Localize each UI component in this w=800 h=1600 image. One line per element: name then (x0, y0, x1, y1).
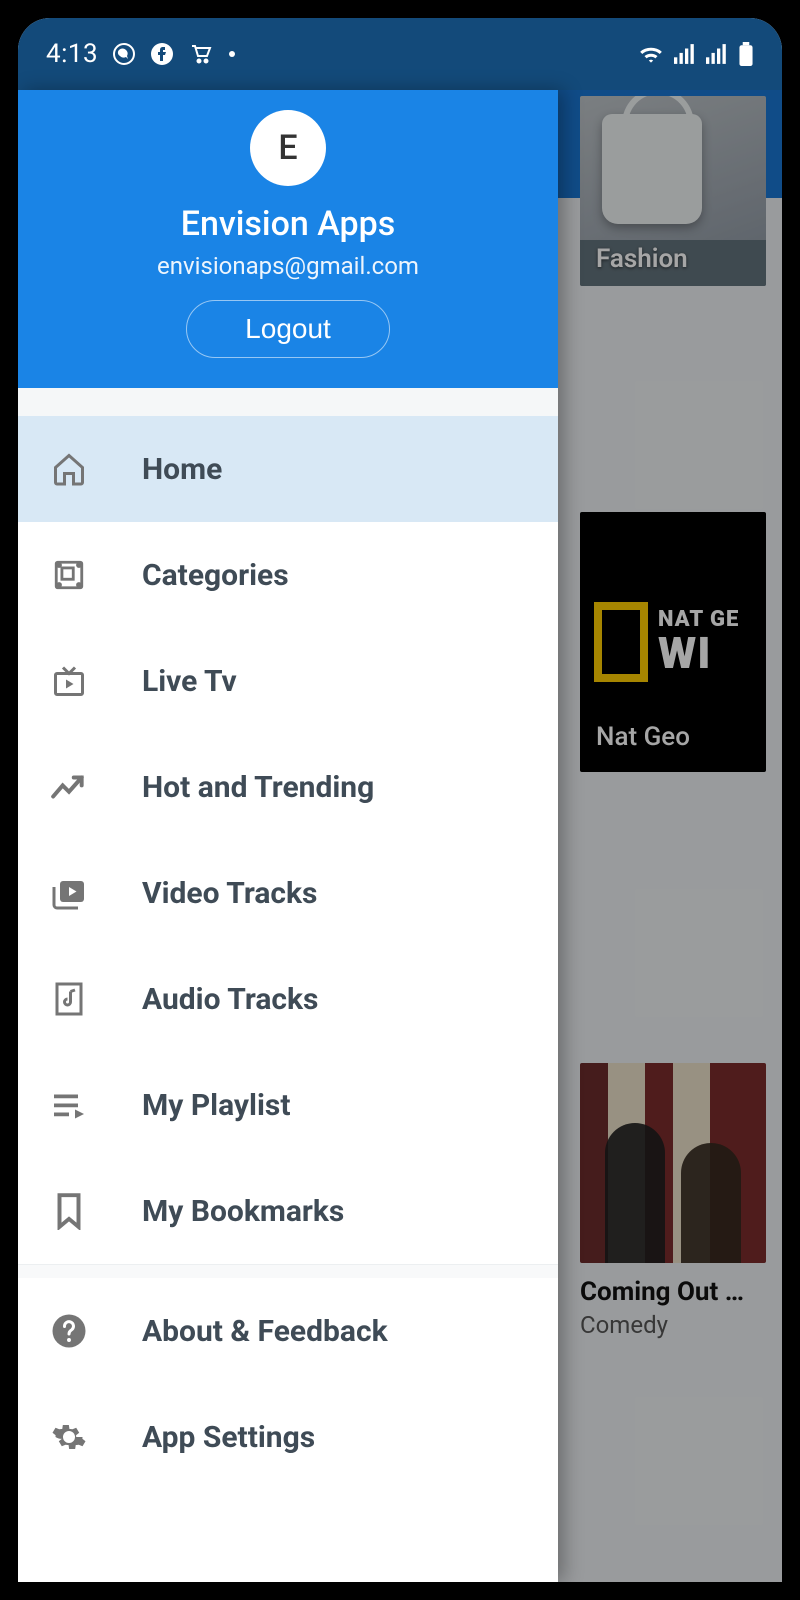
playlist-icon (50, 1086, 88, 1124)
cart-icon (188, 42, 214, 66)
sidebar-item-label: App Settings (142, 1420, 315, 1455)
settings-icon (50, 1418, 88, 1456)
signal-icon (674, 44, 696, 64)
user-email: envisionaps@gmail.com (34, 252, 542, 280)
sidebar-item-label: Categories (142, 558, 289, 593)
sidebar-item-hot[interactable]: Hot and Trending (18, 734, 558, 840)
sidebar-item-bookmarks[interactable]: My Bookmarks (18, 1158, 558, 1264)
sidebar-item-video[interactable]: Video Tracks (18, 840, 558, 946)
drawer-header: E Envision Apps envisionaps@gmail.com Lo… (18, 90, 558, 388)
status-time: 4:13 (46, 39, 98, 69)
video-icon (50, 874, 88, 912)
signal-icon (706, 44, 728, 64)
dot-icon (228, 50, 236, 58)
livetv-icon (50, 662, 88, 700)
sidebar-item-about[interactable]: About & Feedback (18, 1278, 558, 1384)
sidebar-item-categories[interactable]: Categories (18, 522, 558, 628)
status-bar: 4:13 (18, 18, 782, 90)
sidebar-item-label: Hot and Trending (142, 770, 374, 805)
bookmark-icon (50, 1192, 88, 1230)
navigation-drawer: E Envision Apps envisionaps@gmail.com Lo… (18, 90, 558, 1582)
sidebar-item-settings[interactable]: App Settings (18, 1384, 558, 1490)
sidebar-item-home[interactable]: Home (18, 416, 558, 522)
home-icon (50, 450, 88, 488)
sidebar-item-livetv[interactable]: Live Tv (18, 628, 558, 734)
trending-icon (50, 768, 88, 806)
sidebar-item-label: Live Tv (142, 664, 237, 699)
sidebar-item-playlist[interactable]: My Playlist (18, 1052, 558, 1158)
logout-button[interactable]: Logout (186, 300, 390, 358)
sidebar-item-label: Home (142, 452, 222, 487)
help-icon (50, 1312, 88, 1350)
sidebar-item-audio[interactable]: Audio Tracks (18, 946, 558, 1052)
sidebar-item-label: About & Feedback (142, 1314, 388, 1349)
wifi-icon (638, 43, 664, 65)
whatsapp-icon (112, 42, 136, 66)
user-name: Envision Apps (34, 204, 542, 244)
categories-icon (50, 556, 88, 594)
avatar[interactable]: E (250, 110, 326, 186)
audio-icon (50, 980, 88, 1018)
battery-icon (738, 42, 754, 66)
sidebar-item-label: Audio Tracks (142, 982, 318, 1017)
sidebar-item-label: Video Tracks (142, 876, 317, 911)
facebook-icon (150, 42, 174, 66)
sidebar-item-label: My Playlist (142, 1088, 290, 1123)
sidebar-item-label: My Bookmarks (142, 1194, 344, 1229)
